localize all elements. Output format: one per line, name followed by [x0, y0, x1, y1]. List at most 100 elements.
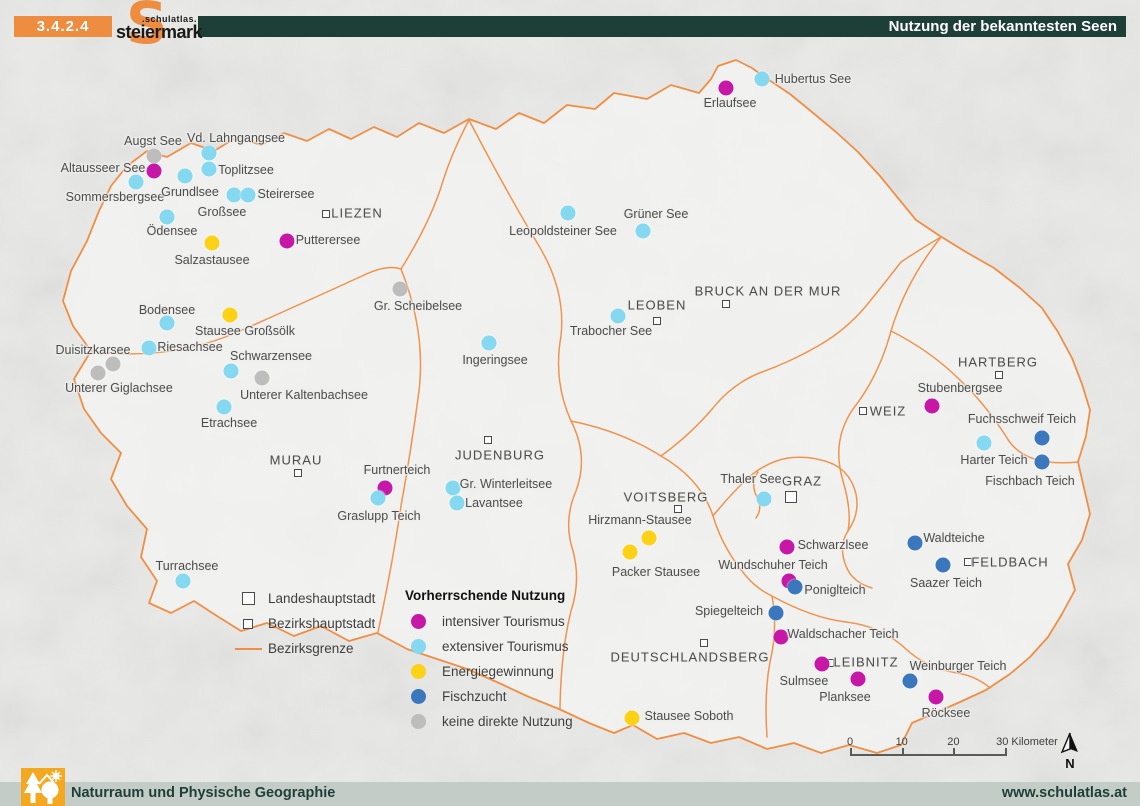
city-label: LIEZEN: [331, 206, 383, 221]
logo-steiermark-text: steiermark: [116, 22, 202, 43]
lake-label: Spiegelteich: [695, 604, 763, 618]
lake-label: Stausee Großsölk: [195, 324, 295, 338]
city-label: LEOBEN: [628, 298, 687, 313]
chapter-title: Naturraum und Physische Geographie: [71, 785, 335, 801]
city-label: GRAZ: [782, 474, 822, 489]
legend-symbols: Landeshauptstadt Bezirkshauptstadt Bezir…: [234, 586, 375, 661]
nature-chapter-icon: [21, 768, 65, 806]
lake-label: Graslupp Teich: [337, 509, 420, 523]
legend-usage-items: intensiver Tourismus extensiver Tourismus…: [405, 609, 573, 734]
lake-marker-extensiv: [160, 210, 175, 225]
scale-bar-line: [850, 754, 1006, 756]
lake-label: Grundlsee: [161, 185, 219, 199]
lake-label: Saazer Teich: [910, 576, 982, 590]
lake-marker-fisch: [1035, 455, 1050, 470]
lake-marker-fisch: [903, 674, 918, 689]
legend-usage: Vorherrschende Nutzung intensiver Touris…: [405, 588, 573, 734]
lake-label: Packer Stausee: [612, 565, 700, 579]
lake-label: Stubenbergsee: [918, 381, 1003, 395]
lake-marker-extensiv: [446, 481, 461, 496]
city-square-bezirk: [294, 469, 302, 477]
legend-usage-row-energie: Energiegewinnung: [405, 659, 573, 684]
bezirkshauptstadt-square-icon: [243, 619, 253, 629]
schulatlas-logo: S .schulatlas. steiermark: [112, 0, 198, 56]
legend-bezirkshauptstadt: Bezirkshauptstadt: [234, 611, 375, 636]
lake-marker-extensiv: [227, 188, 242, 203]
lake-label: Lavantsee: [465, 496, 523, 510]
city-square-bezirk: [700, 639, 708, 647]
lake-label: Weinburger Teich: [910, 659, 1007, 673]
lake-marker-intensiv: [929, 690, 944, 705]
legend-usage-label: Fischzucht: [442, 689, 507, 704]
lake-label: Altausseer See: [61, 161, 146, 175]
legend-usage-row-extensiv: extensiver Tourismus: [405, 634, 573, 659]
lake-marker-fisch: [788, 580, 803, 595]
city-label: JUDENBURG: [455, 448, 545, 463]
lake-marker-extensiv: [178, 169, 193, 184]
lake-marker-intensiv: [774, 630, 789, 645]
lake-marker-extensiv: [611, 309, 626, 324]
lake-marker-keine: [393, 282, 408, 297]
lake-label: Unterer Kaltenbachsee: [240, 388, 368, 402]
lake-label: Wundschuher Teich: [718, 558, 827, 572]
lake-label: Ödensee: [147, 224, 198, 238]
legend-usage-label: Energiegewinnung: [442, 664, 554, 679]
scale-label: 10: [896, 736, 908, 748]
lake-label: Furtnerteich: [364, 463, 431, 477]
city-square-bezirk: [484, 436, 492, 444]
city-label: WEIZ: [870, 404, 907, 419]
lake-marker-fisch: [1035, 431, 1050, 446]
legend-usage-title: Vorherrschende Nutzung: [405, 588, 573, 603]
lake-marker-extensiv: [757, 492, 772, 507]
city-square-bezirk: [322, 210, 330, 218]
lake-label: Fuchsschweif Teich: [968, 412, 1076, 426]
legend-landeshauptstadt: Landeshauptstadt: [234, 586, 375, 611]
city-square-bezirk: [722, 300, 730, 308]
lake-marker-keine: [91, 366, 106, 381]
map-title-bar: Nutzung der bekanntesten Seen: [198, 16, 1126, 37]
legend-bezirksgrenze: Bezirksgrenze: [234, 636, 375, 661]
lake-label: Toplitzsee: [218, 163, 274, 177]
lake-marker-intensiv: [815, 657, 830, 672]
lake-label: Thaler See: [720, 472, 781, 486]
lake-label: Hubertus See: [775, 72, 851, 86]
scale-tick: [953, 748, 955, 756]
lake-label: Gr. Scheibelsee: [374, 299, 462, 313]
website-link[interactable]: www.schulatlas.at: [1002, 785, 1127, 801]
legend-usage-label: extensiver Tourismus: [442, 639, 569, 654]
lake-label: Hirzmann-Stausee: [588, 513, 692, 527]
legend-dot-extensiv: [411, 639, 426, 654]
lake-marker-intensiv: [851, 672, 866, 687]
lake-label: Salzastausee: [174, 253, 249, 267]
lake-label: Röcksee: [922, 706, 971, 720]
city-label: VOITSBERG: [624, 490, 709, 505]
lake-marker-extensiv: [241, 188, 256, 203]
lake-label: Gr. Winterleitsee: [460, 477, 552, 491]
section-number-badge: 3.4.2.4: [14, 16, 112, 37]
scale-tick: [850, 748, 852, 756]
scale-label: 30 Kilometer: [996, 736, 1058, 748]
lake-label: Poniglteich: [804, 583, 865, 597]
city-square-bezirk: [674, 505, 682, 513]
lake-label: Unterer Giglachsee: [65, 381, 173, 395]
lake-marker-fisch: [769, 606, 784, 621]
lake-marker-extensiv: [202, 162, 217, 177]
scale-tick: [1005, 748, 1007, 756]
lake-marker-intensiv: [719, 81, 734, 96]
lake-label: Trabocher See: [570, 324, 652, 338]
lake-marker-extensiv: [482, 336, 497, 351]
atlas-page: 3.4.2.4 S .schulatlas. steiermark Nutzun…: [0, 0, 1140, 806]
city-square-bezirk: [995, 371, 1003, 379]
lake-label: Fischbach Teich: [985, 474, 1074, 488]
scale-bar: 0102030 Kilometer: [850, 738, 1060, 762]
legend-label: Bezirksgrenze: [268, 641, 354, 656]
north-arrow-icon: [1060, 732, 1080, 754]
map-title: Nutzung der bekanntesten Seen: [889, 18, 1117, 35]
lake-marker-extensiv: [202, 146, 217, 161]
lake-marker-extensiv: [224, 364, 239, 379]
legend-usage-row-intensiv: intensiver Tourismus: [405, 609, 573, 634]
lake-label: Vd. Lahngangsee: [187, 131, 285, 145]
lake-label: Bodensee: [139, 303, 195, 317]
lake-marker-intensiv: [925, 399, 940, 414]
city-square-landeshauptstadt: [785, 491, 797, 503]
